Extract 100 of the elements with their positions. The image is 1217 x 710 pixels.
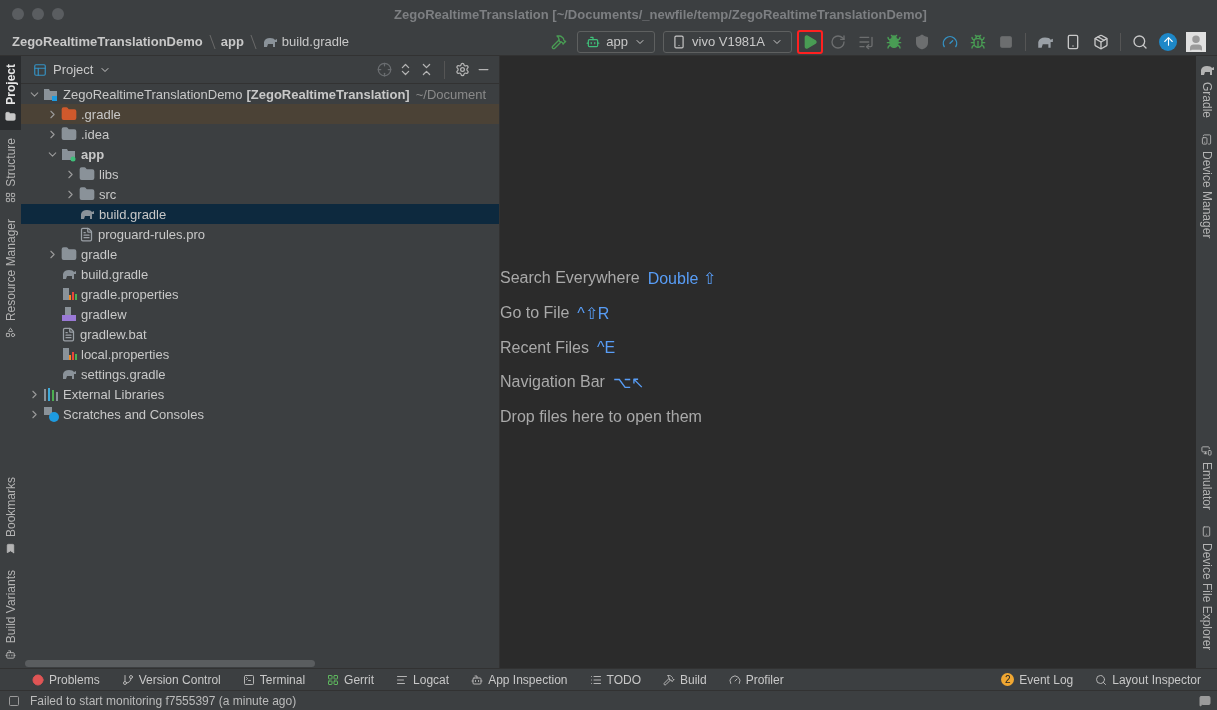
tool-window-button[interactable]: Problems (32, 672, 100, 687)
tool-window-button[interactable]: Version Control (121, 672, 221, 687)
scrollbar-thumb[interactable] (25, 659, 315, 667)
elephant-icon (61, 268, 77, 280)
breadcrumb[interactable]: app (220, 34, 244, 49)
item-name: gradlew.bat (80, 326, 147, 342)
rerun-icon (830, 33, 846, 50)
tree-item[interactable]: gradle.properties (21, 284, 499, 304)
tree-item[interactable]: .gradle (21, 104, 499, 124)
tool-window-button[interactable]: 2 Event Log (1001, 672, 1074, 687)
message-icon[interactable] (1199, 694, 1211, 707)
tree-item[interactable]: libs (21, 164, 499, 184)
run-configuration-dropdown[interactable]: app (577, 30, 655, 53)
item-name: External Libraries (63, 386, 165, 402)
tree-item[interactable]: app (21, 144, 499, 164)
tool-window-tab[interactable]: Build Variants (0, 561, 21, 668)
tree-item[interactable]: gradlew (21, 304, 499, 324)
item-name: gradle (81, 246, 118, 262)
tool-window-tab[interactable]: Device File Explorer (1196, 517, 1217, 658)
avatar-button[interactable] (1183, 29, 1209, 54)
phone-icon (672, 34, 686, 49)
project-view-dropdown[interactable]: Project (33, 62, 371, 77)
run-icon (802, 33, 818, 50)
structure-icon (5, 192, 16, 204)
item-name: .idea (81, 126, 110, 142)
item-name: Scratches and Consoles (63, 406, 204, 422)
shortcut: ⌥↖ (612, 372, 644, 392)
crosshair-icon[interactable] (377, 62, 392, 77)
hint-label: Recent Files (500, 338, 589, 357)
item-path: ~/Document (415, 86, 487, 102)
tree-item[interactable]: src (21, 184, 499, 204)
item-name: src (99, 186, 117, 202)
terminal-icon (242, 673, 255, 686)
devices-icon (1201, 134, 1212, 146)
run-button[interactable] (797, 29, 823, 54)
list-icon (589, 673, 602, 686)
tree-item[interactable]: build.gradle (21, 204, 499, 224)
panel-toggle-icon[interactable] (8, 694, 20, 707)
file-icon (79, 226, 94, 242)
elephant-icon (1198, 64, 1215, 76)
shortcut: ^⇧R (577, 303, 610, 323)
window-icon (33, 62, 47, 77)
tree-item[interactable]: gradlew.bat (21, 324, 499, 344)
folder-icon (61, 126, 77, 142)
tool-window-tab[interactable]: Resource Manager (0, 211, 21, 347)
window-title: ZegoRealtimeTranslation [~/Documents/_newfile/temp/ZegoRealtimeTranslationDemo] (393, 6, 928, 22)
tool-window-button[interactable]: Gerrit (327, 672, 375, 687)
hammer-icon (551, 33, 568, 50)
folder-icon (61, 106, 77, 122)
hint-label: Go to File (500, 303, 570, 323)
stop-icon (999, 34, 1013, 49)
tool-window-button[interactable]: Profiler (728, 672, 784, 687)
tool-window-tab[interactable]: Gradle (1196, 56, 1217, 127)
device-dropdown[interactable]: vivo V1981A (663, 30, 792, 53)
tree-item[interactable]: .idea (21, 124, 499, 144)
avatar-icon (1186, 31, 1206, 52)
shortcut: ^E (596, 338, 616, 357)
module-folder-icon (43, 86, 59, 102)
bookmark-icon (5, 542, 16, 554)
breadcrumb[interactable]: ZegoRealtimeTranslationDemo (12, 34, 203, 49)
tool-window-button[interactable]: App Inspection (471, 672, 568, 687)
item-name: build.gradle (99, 206, 167, 222)
gauge-icon (942, 33, 958, 50)
folder-icon (79, 186, 95, 202)
breadcrumb[interactable]: build.gradle (261, 34, 350, 49)
module-name: [ZegoRealtimeTranslation] (246, 86, 410, 102)
tool-window-tab[interactable]: Emulator (1196, 436, 1217, 518)
tree-item[interactable]: settings.gradle (21, 364, 499, 384)
chart-file-icon (61, 286, 77, 302)
tree-item[interactable]: gradle (21, 244, 499, 264)
tool-window-tab[interactable]: Structure (0, 129, 21, 212)
robot-icon (471, 673, 484, 686)
item-name: settings.gradle (81, 366, 166, 382)
hint-label: Drop files here to open them (500, 407, 702, 426)
tool-window-button[interactable]: Logcat (396, 672, 450, 687)
update-icon (1159, 32, 1177, 51)
tree-item[interactable]: local.properties (21, 344, 499, 364)
tree-item[interactable]: ZegoRealtimeTranslationDemo [ZegoRealtimeTranslation] ~/Document (21, 84, 499, 104)
tool-window-button[interactable]: TODO (589, 672, 641, 687)
shapes-icon (5, 327, 16, 339)
tool-window-button[interactable]: Terminal (242, 672, 306, 687)
scratch-console-icon (43, 406, 59, 422)
magnifier-icon (1095, 673, 1108, 686)
tool-window-button[interactable]: Build (662, 672, 707, 687)
hammer-icon (662, 673, 675, 686)
android-icon (586, 34, 601, 49)
folder-icon (61, 246, 77, 262)
item-name: .gradle (81, 106, 121, 122)
monitor-phone-icon (1201, 444, 1212, 456)
tool-window-tab[interactable]: Bookmarks (0, 468, 21, 562)
tree-item[interactable]: External Libraries (21, 384, 499, 404)
count-badge: 2 (1001, 673, 1015, 686)
tool-window-tab[interactable]: Project (0, 56, 21, 130)
bug-icon (970, 33, 986, 50)
tool-window-tab[interactable]: Device Manager (1196, 126, 1217, 247)
tree-item[interactable]: proguard-rules.pro (21, 224, 499, 244)
tool-window-button[interactable]: Layout Inspector (1095, 672, 1201, 687)
tree-item[interactable]: Scratches and Consoles (21, 404, 499, 424)
settings-icon[interactable] (455, 62, 470, 77)
tree-item[interactable]: build.gradle (21, 264, 499, 284)
